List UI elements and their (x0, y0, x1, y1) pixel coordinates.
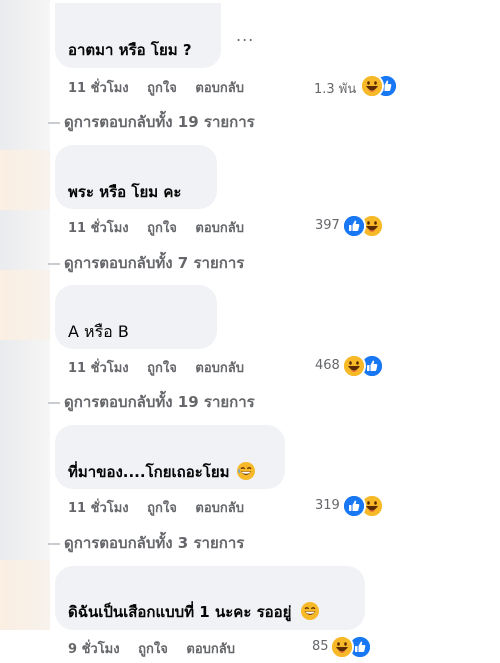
comment-time[interactable]: 11 ชั่วโมง (68, 81, 129, 96)
comment-text: พระ หรือ โยม คะ (68, 183, 182, 201)
reply-thread-line (48, 542, 60, 545)
comment-time[interactable]: 9 ชั่วโมง (68, 642, 120, 657)
reaction-count[interactable]: 468 (315, 358, 340, 373)
comment-text-body: ที่มาของ....โกยเถอะโยม (68, 463, 230, 481)
comment-time[interactable]: 11 ชั่วโมง (68, 361, 129, 376)
laugh-icon (342, 354, 366, 378)
side-panel-shade (0, 270, 50, 340)
comment-text: A หรือ B (68, 322, 129, 341)
like-link[interactable]: ถูกใจ (147, 81, 177, 96)
comment-text-body: ดิฉันเป็นเสือกแบบที่ 1 นะคะ รออยู่ (68, 603, 292, 621)
view-replies-link[interactable]: ดูการตอบกลับทั้ง 3 รายการ (48, 531, 244, 555)
more-options-icon[interactable]: ... (236, 26, 254, 45)
laugh-icon (360, 74, 384, 98)
view-replies-text: ดูการตอบกลับทั้ง 7 รายการ (64, 254, 245, 272)
view-replies-text: ดูการตอบกลับทั้ง 3 รายการ (64, 534, 245, 552)
reply-link[interactable]: ตอบกลับ (195, 221, 244, 236)
comment-actions: 11 ชั่วโมง ถูกใจ ตอบกลับ (68, 217, 244, 238)
reaction-count[interactable]: 1.3 พัน (314, 78, 356, 99)
view-replies-text: ดูการตอบกลับทั้ง 19 รายการ (64, 393, 255, 411)
comment-actions: 11 ชั่วโมง ถูกใจ ตอบกลับ (68, 77, 244, 98)
view-replies-link[interactable]: ดูการตอบกลับทั้ง 19 รายการ (48, 110, 255, 134)
like-link[interactable]: ถูกใจ (147, 361, 177, 376)
comment-actions: 11 ชั่วโมง ถูกใจ ตอบกลับ (68, 497, 244, 518)
comment-text: อาตมา หรือ โยม ? (68, 41, 192, 59)
reply-link[interactable]: ตอบกลับ (186, 642, 235, 657)
reaction-count[interactable]: 319 (315, 498, 340, 513)
like-link[interactable]: ถูกใจ (147, 221, 177, 236)
comment-time[interactable]: 11 ชั่วโมง (68, 221, 129, 236)
like-link[interactable]: ถูกใจ (138, 642, 168, 657)
view-replies-text: ดูการตอบกลับทั้ง 19 รายการ (64, 113, 255, 131)
like-icon (342, 214, 366, 238)
like-link[interactable]: ถูกใจ (147, 501, 177, 516)
comment-time[interactable]: 11 ชั่วโมง (68, 501, 129, 516)
comment-actions: 9 ชั่วโมง ถูกใจ ตอบกลับ (68, 638, 235, 659)
comment-text: ที่มาของ....โกยเถอะโยม (68, 460, 255, 484)
laugh-emoji-icon (300, 602, 319, 624)
reply-thread-line (48, 262, 60, 265)
like-icon (342, 494, 366, 518)
reaction-count[interactable]: 397 (315, 218, 340, 233)
reaction-count[interactable]: 85 (312, 639, 329, 654)
reply-thread-line (48, 401, 60, 404)
view-replies-link[interactable]: ดูการตอบกลับทั้ง 7 รายการ (48, 251, 244, 275)
reply-thread-line (48, 121, 60, 124)
reply-link[interactable]: ตอบกลับ (195, 81, 244, 96)
view-replies-link[interactable]: ดูการตอบกลับทั้ง 19 รายการ (48, 390, 255, 414)
side-panel-shade (0, 150, 50, 210)
comment-text: ดิฉันเป็นเสือกแบบที่ 1 นะคะ รออยู่ (68, 600, 319, 624)
reply-link[interactable]: ตอบกลับ (195, 361, 244, 376)
side-panel-edge (0, 0, 50, 630)
side-panel-shade (0, 560, 50, 630)
grin-emoji-icon (236, 462, 255, 484)
reply-link[interactable]: ตอบกลับ (195, 501, 244, 516)
comment-actions: 11 ชั่วโมง ถูกใจ ตอบกลับ (68, 357, 244, 378)
laugh-icon (330, 635, 354, 659)
